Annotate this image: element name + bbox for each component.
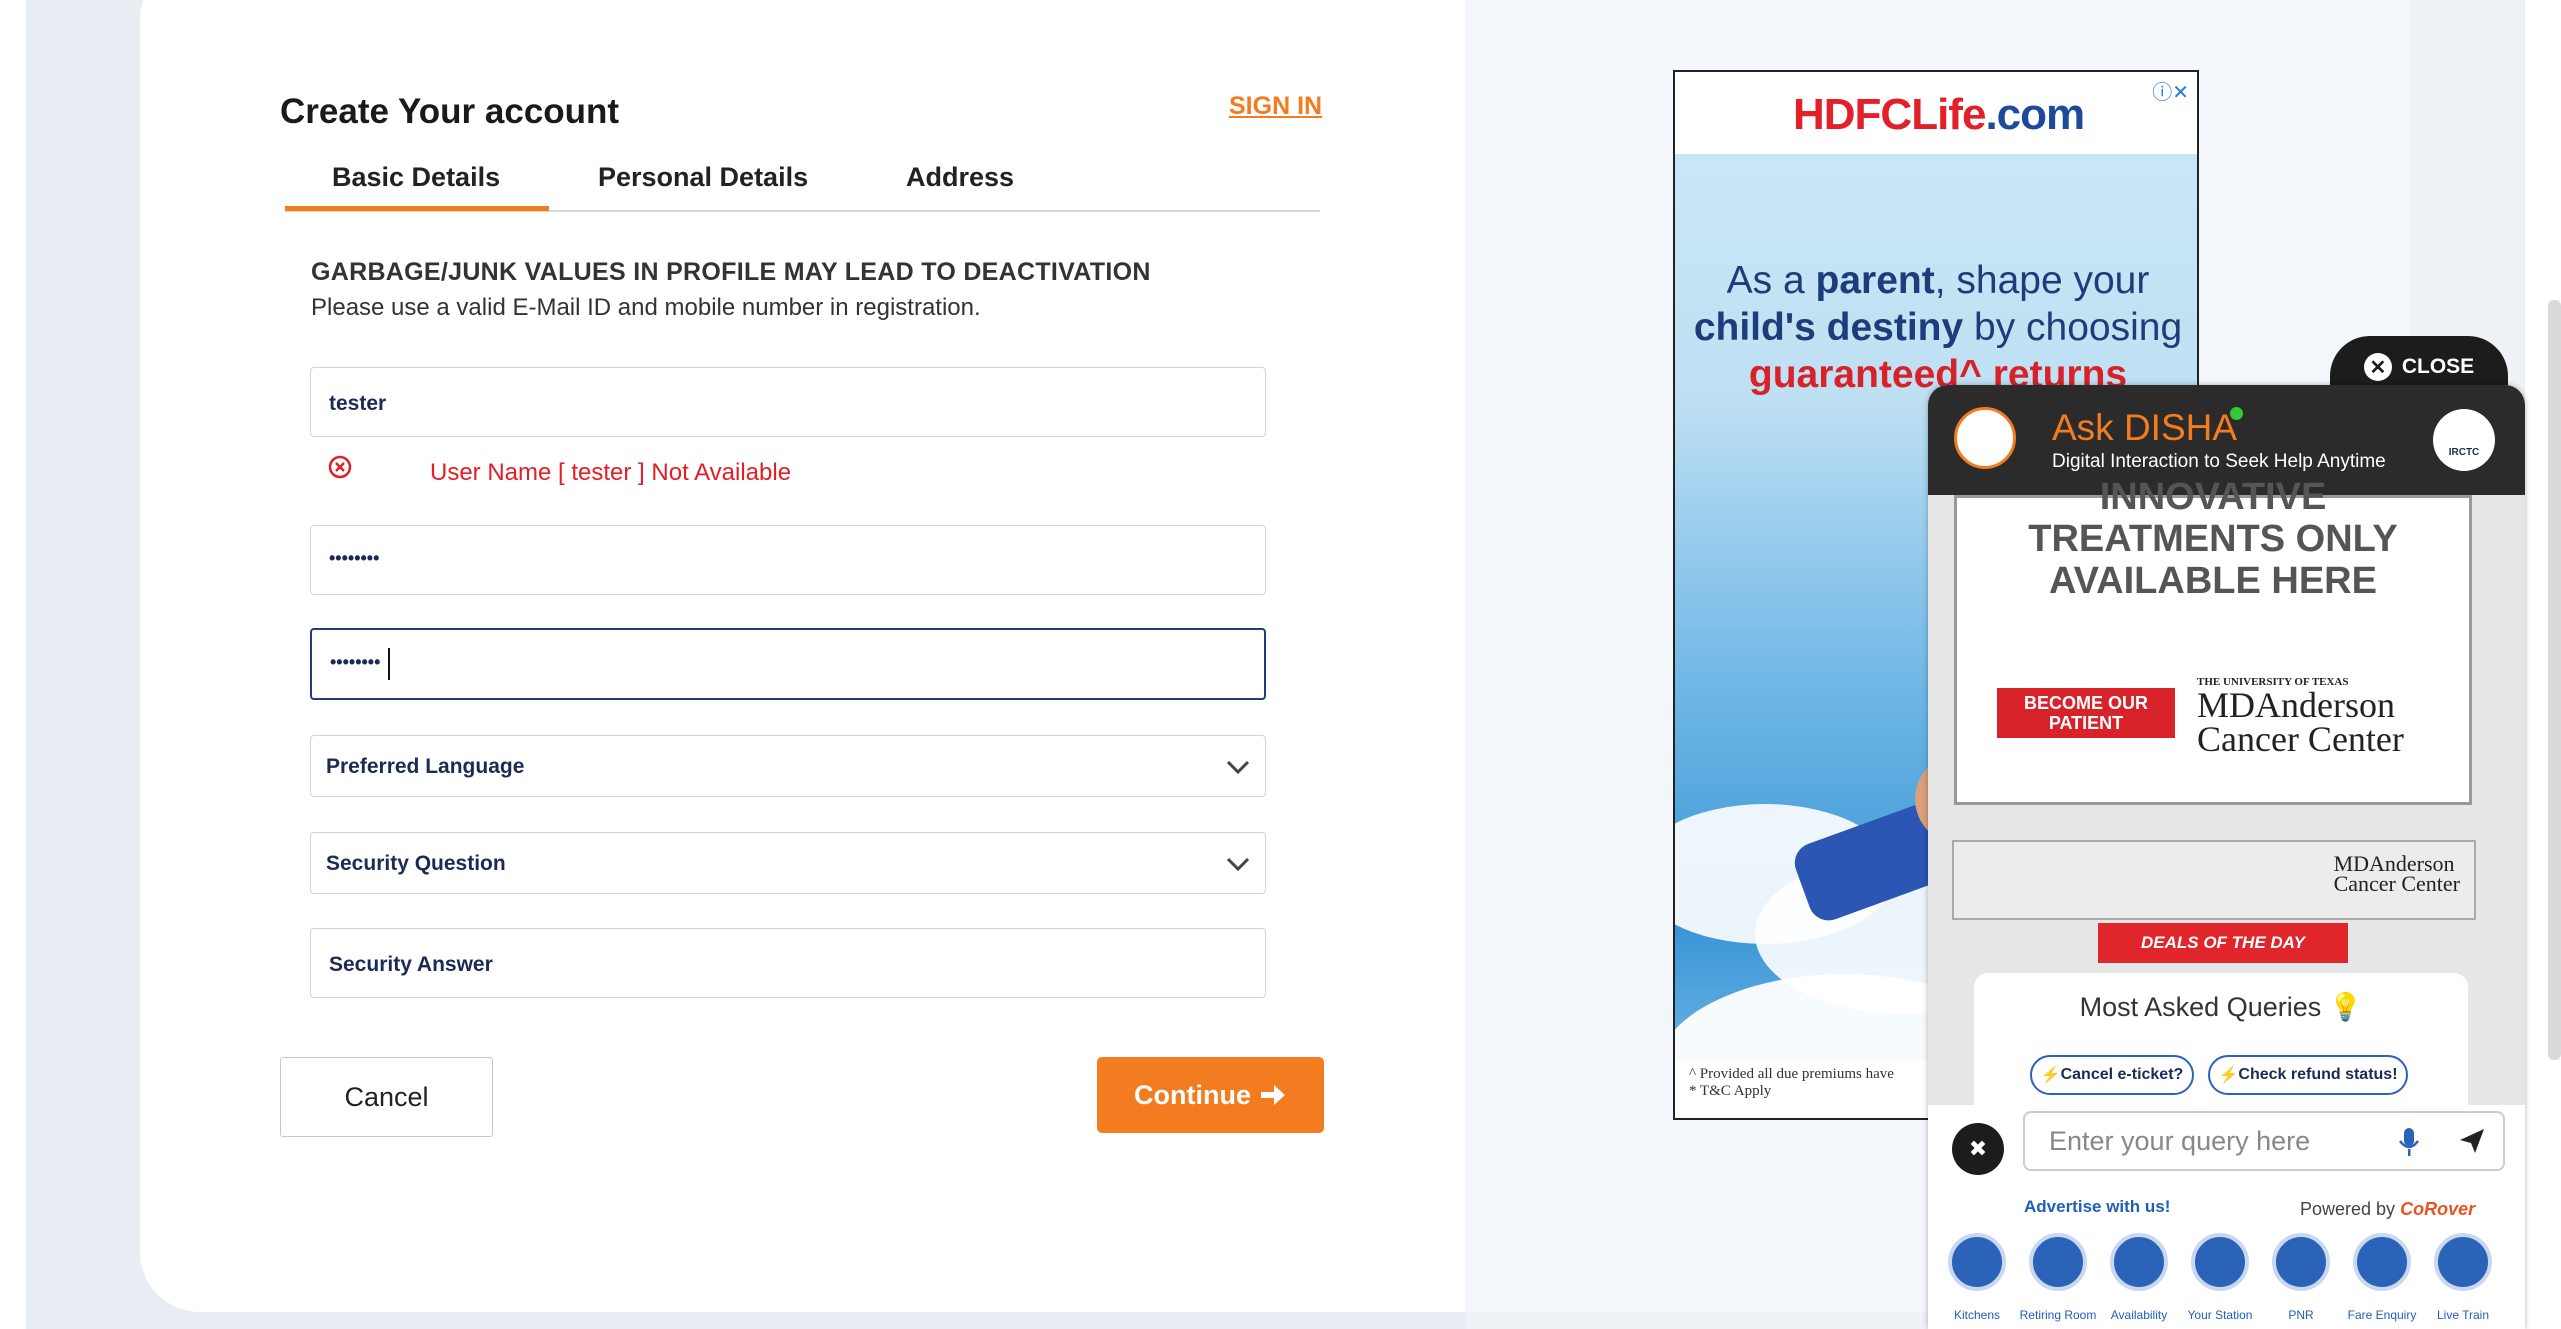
quick-link-your-station[interactable]: Your Station xyxy=(2180,1308,2260,1322)
md-anderson-banner[interactable]: MDAnderson Cancer Center xyxy=(1952,840,2476,920)
cancel-label: Cancel xyxy=(344,1081,429,1112)
username-field[interactable]: tester xyxy=(310,367,1266,437)
md-anderson-logo: THE UNIVERSITY OF TEXAS MDAnderson Cance… xyxy=(2197,676,2404,759)
tab-basic-details[interactable]: Basic Details xyxy=(332,162,500,193)
retiring-room-icon[interactable] xyxy=(2029,1233,2087,1291)
fare-enquiry-icon[interactable] xyxy=(2353,1233,2411,1291)
close-label: CLOSE xyxy=(2401,355,2475,378)
md-anderson-ad[interactable]: INNOVATIVE TREATMENTS ONLY AVAILABLE HER… xyxy=(1954,476,2472,805)
page-left-margin xyxy=(0,0,26,1329)
lightbulb-icon: 💡 xyxy=(2328,992,2363,1022)
sign-in-link[interactable]: SIGN IN xyxy=(1229,92,1322,121)
confirm-password-value: •••••••• xyxy=(330,652,381,672)
online-indicator xyxy=(2230,407,2243,420)
chevron-down-icon xyxy=(1226,857,1250,872)
query-chip-cancel-eticket[interactable]: ⚡ Cancel e-ticket? xyxy=(2030,1055,2194,1095)
tab-address[interactable]: Address xyxy=(906,162,1014,193)
chat-subtitle: Digital Interaction to Seek Help Anytime xyxy=(2052,451,2386,472)
ask-disha-chatbot: Ask DISHA Digital Interaction to Seek He… xyxy=(1928,385,2525,1329)
warning-text: Please use a valid E-Mail ID and mobile … xyxy=(311,294,981,321)
preferred-language-select[interactable]: Preferred Language xyxy=(310,735,1266,797)
scrollbar[interactable] xyxy=(2548,300,2561,1060)
microphone-icon[interactable] xyxy=(2398,1127,2420,1157)
chat-input-area: ✖ Enter your query here Advertise with u… xyxy=(1928,1105,2525,1329)
chat-query-input[interactable]: Enter your query here xyxy=(2023,1111,2505,1171)
close-icon: ✕ xyxy=(2363,353,2392,381)
error-icon xyxy=(328,455,352,479)
cancel-button[interactable]: Cancel xyxy=(280,1057,493,1137)
chat-body: INNOVATIVE TREATMENTS ONLY AVAILABLE HER… xyxy=(1928,476,2525,1123)
md-ad-headline: INNOVATIVE TREATMENTS ONLY AVAILABLE HER… xyxy=(2028,476,2398,602)
continue-button[interactable]: Continue xyxy=(1097,1057,1324,1133)
quick-link-availability[interactable]: Availability xyxy=(2099,1308,2179,1322)
powered-by: Powered by CoRover xyxy=(2300,1199,2476,1219)
your-station-icon[interactable] xyxy=(2191,1233,2249,1291)
pnr-icon[interactable] xyxy=(2272,1233,2330,1291)
irctc-logo: IRCTC xyxy=(2433,409,2495,471)
quick-link-live-train[interactable]: Live Train xyxy=(2423,1308,2503,1322)
security-answer-field[interactable]: Security Answer xyxy=(310,928,1266,998)
password-value: •••••••• xyxy=(329,548,380,568)
clear-chat-icon[interactable]: ✖ xyxy=(1952,1123,2004,1175)
continue-label: Continue xyxy=(1134,1079,1251,1110)
most-asked-queries: Most Asked Queries 💡 ⚡ Cancel e-ticket? ⚡… xyxy=(1974,973,2468,1123)
quick-link-retiring-room[interactable]: Retiring Room xyxy=(2018,1308,2098,1322)
quick-link-fare-enquiry[interactable]: Fare Enquiry xyxy=(2342,1308,2422,1322)
advertise-link[interactable]: Advertise with us! xyxy=(2024,1197,2170,1217)
ad-copy: As a parent, shape your child's destiny … xyxy=(1693,259,2183,396)
active-tab-indicator xyxy=(285,206,549,211)
ad-header: HDFCLife.com ⓘ✕ xyxy=(1675,72,2197,154)
text-cursor xyxy=(388,648,390,680)
quick-link-kitchens[interactable]: Kitchens xyxy=(1937,1308,2017,1322)
live-train-icon[interactable] xyxy=(2434,1233,2492,1291)
ad-logo: HDFCLife.com xyxy=(1793,90,2085,139)
username-error: User Name [ tester ] Not Available xyxy=(430,459,792,486)
chat-title: Ask DISHA xyxy=(2052,407,2238,448)
queries-title: Most Asked Queries 💡 xyxy=(2079,992,2363,1022)
password-field[interactable]: •••••••• xyxy=(310,525,1266,595)
preferred-language-value: Preferred Language xyxy=(326,755,525,778)
warning-title: GARBAGE/JUNK VALUES IN PROFILE MAY LEAD … xyxy=(311,258,1151,286)
security-answer-placeholder: Security Answer xyxy=(329,953,493,976)
quick-link-pnr[interactable]: PNR xyxy=(2261,1308,2341,1322)
availability-icon[interactable] xyxy=(2110,1233,2168,1291)
tab-personal-details[interactable]: Personal Details xyxy=(598,162,808,193)
kitchens-icon[interactable] xyxy=(1948,1233,2006,1291)
confirm-password-field[interactable]: •••••••• xyxy=(310,628,1266,700)
page-title: Create Your account xyxy=(280,92,620,131)
send-icon[interactable] xyxy=(2458,1127,2486,1155)
ad-info-close-icon[interactable]: ⓘ✕ xyxy=(2152,76,2189,105)
arrow-right-icon xyxy=(1260,1085,1285,1105)
security-question-value: Security Question xyxy=(326,852,506,875)
query-chip-refund-status[interactable]: ⚡ Check refund status! xyxy=(2208,1055,2408,1095)
disha-avatar xyxy=(1954,407,2016,469)
deals-of-the-day-banner[interactable]: DEALS OF THE DAY xyxy=(2098,923,2348,963)
become-patient-button[interactable]: BECOME OUR PATIENT xyxy=(1997,688,2175,738)
chevron-down-icon xyxy=(1226,760,1250,775)
username-value: tester xyxy=(329,392,387,415)
security-question-select[interactable]: Security Question xyxy=(310,832,1266,894)
